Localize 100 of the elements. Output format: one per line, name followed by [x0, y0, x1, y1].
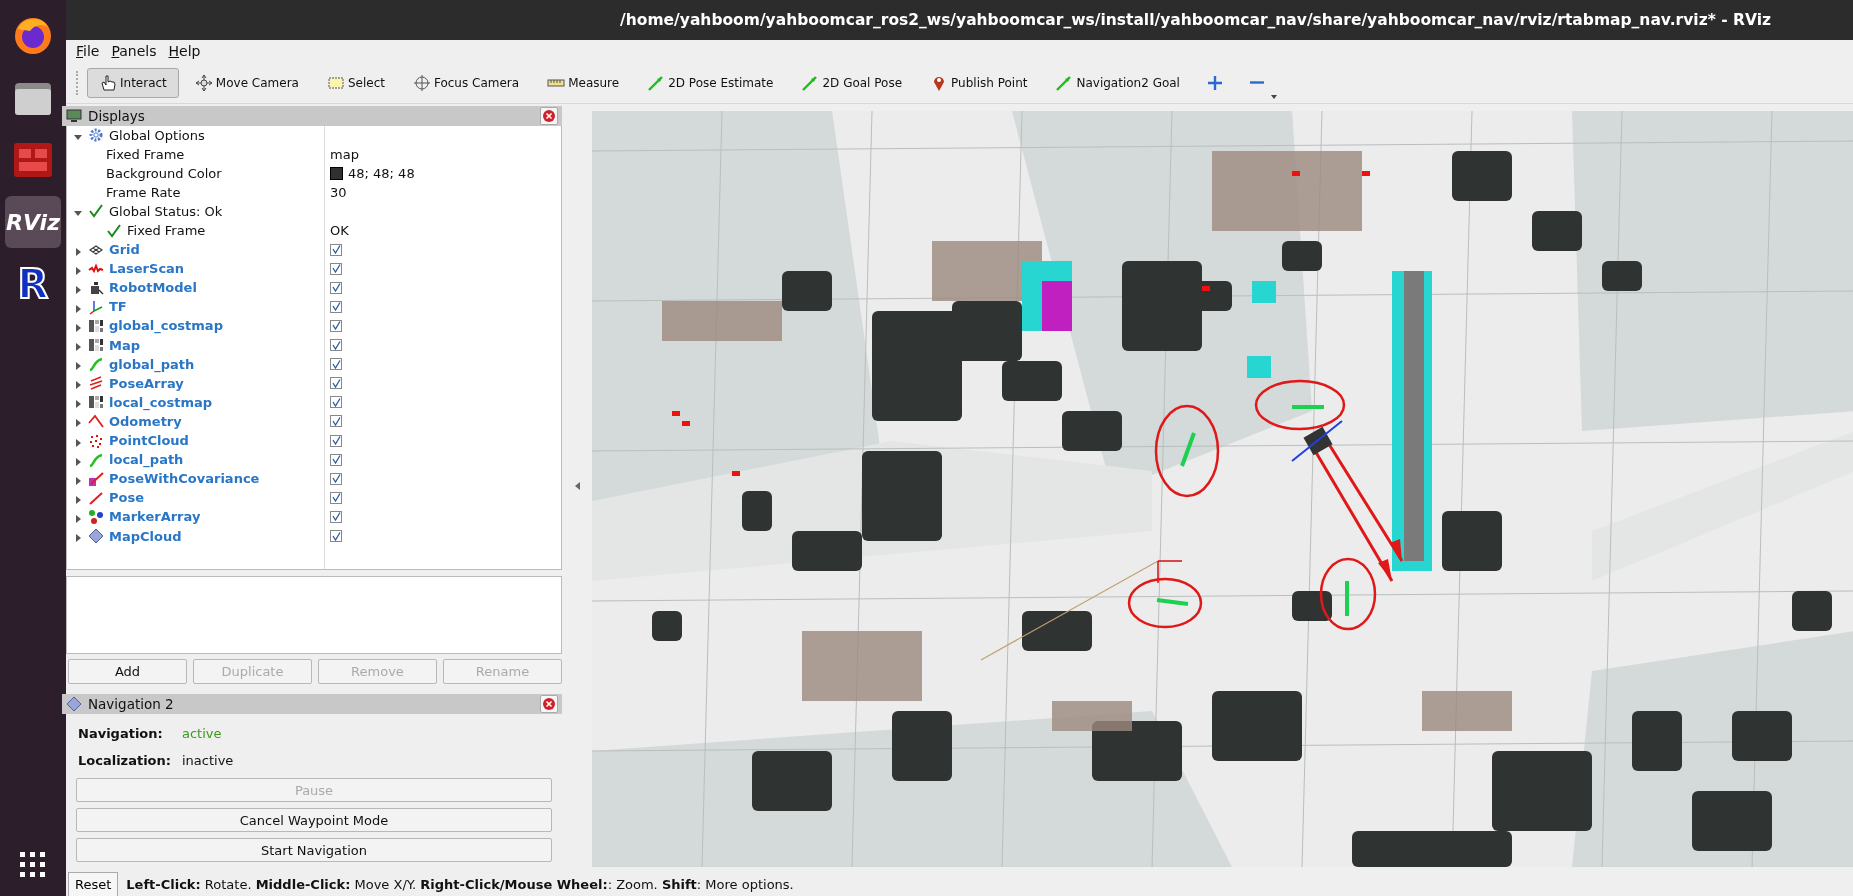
tool-button[interactable]: 2D Goal Pose [789, 67, 915, 98]
pose-covariance-icon [88, 470, 104, 487]
expand-arrow-icon[interactable] [73, 475, 83, 486]
expand-arrow-icon[interactable] [73, 418, 83, 429]
window-title: /home/yahboom/yahboomcar_ros2_ws/yahboomcar_ws/install/yahboomcar_nav/share/yahboomcar_nav/rviz/rtabmap_nav.rviz* - RViz [620, 11, 1771, 29]
collapse-arrow-icon[interactable] [574, 482, 580, 490]
tree-item-label[interactable]: Fixed Frame [127, 223, 206, 238]
tree-item-label[interactable]: Grid [109, 242, 140, 258]
panel-title: Navigation 2 [88, 696, 174, 712]
status-value: active [182, 726, 222, 741]
checkbox[interactable] [330, 415, 342, 428]
tree-item-label[interactable]: global_costmap [109, 318, 223, 334]
costmap-icon [88, 318, 104, 334]
tool-button[interactable]: 2D Pose Estimate [635, 67, 786, 98]
tree-item-label[interactable]: local_costmap [109, 394, 213, 410]
expand-arrow-icon[interactable] [73, 323, 83, 333]
checkbox[interactable] [330, 243, 342, 256]
tool-button[interactable]: Move Camera [182, 67, 311, 98]
tree-item-label[interactable]: PoseArray [109, 375, 184, 391]
focus-camera-icon [412, 73, 431, 92]
tree-item-label[interactable]: Fixed Frame [106, 146, 185, 162]
expand-arrow-icon[interactable] [73, 456, 83, 467]
pose-arrow-icon [801, 73, 820, 92]
tree-item-label[interactable]: Global Status: Ok [109, 203, 223, 219]
field-label: Navigation: [78, 726, 164, 741]
tree-item-label[interactable]: MarkerArray [109, 509, 201, 525]
robot-icon [88, 279, 104, 296]
tree-item-label[interactable]: Frame Rate [106, 184, 181, 200]
costmap-icon [88, 394, 104, 411]
expand-arrow-icon[interactable] [73, 399, 83, 410]
expand-arrow-icon[interactable] [73, 303, 83, 314]
tree-item-label[interactable]: PointCloud [109, 433, 189, 449]
checkbox[interactable] [330, 434, 342, 447]
expand-arrow-icon[interactable] [73, 513, 83, 524]
checkbox[interactable] [330, 339, 342, 352]
expand-arrow-icon[interactable] [73, 265, 83, 276]
tree-item-label[interactable]: local_path [109, 452, 184, 468]
checkbox[interactable] [330, 377, 342, 390]
property-value: 48; 48; 48 [348, 165, 415, 181]
tool-button[interactable]: Publish Point [918, 67, 1040, 98]
pose-arrow-icon [647, 73, 666, 92]
odometry-icon [88, 413, 104, 430]
tool-button[interactable]: Measure [535, 67, 632, 98]
tool-button[interactable]: Select [314, 67, 397, 98]
check-icon [88, 203, 104, 220]
tool-button[interactable]: Navigation2 Goal [1043, 67, 1192, 98]
tree-item-label[interactable]: Pose [109, 490, 144, 506]
checkbox[interactable] [330, 358, 342, 371]
panel-button[interactable]: Add [68, 659, 187, 684]
checkbox[interactable] [330, 491, 342, 504]
tree-item-label[interactable]: RobotModel [109, 280, 197, 296]
tree-item-label[interactable]: Global Options [109, 127, 205, 143]
checkbox[interactable] [330, 453, 342, 466]
tree-item-label[interactable]: Odometry [109, 413, 182, 429]
reset-button[interactable]: Reset [68, 872, 119, 896]
status-hint: Left-Click: Rotate. Middle-Click: Move X/Y. Right-Click/Mouse Wheel:: Zoom. Shift: More options. [126, 877, 794, 894]
check-icon [106, 222, 122, 239]
move-camera-icon [194, 73, 213, 92]
checkbox[interactable] [330, 300, 342, 313]
point-cloud-icon [88, 432, 104, 449]
tree-item-label[interactable]: TF [109, 299, 127, 315]
tool-button[interactable]: Focus Camera [400, 67, 532, 98]
navigation-button[interactable]: Start Navigation [76, 838, 552, 862]
expand-arrow-icon[interactable] [73, 380, 83, 391]
pose-array-icon [88, 375, 104, 392]
expand-arrow-icon[interactable] [73, 284, 83, 295]
tree-item-label[interactable]: global_path [109, 356, 195, 372]
tree-item-label[interactable]: MapCloud [109, 528, 182, 544]
close-button[interactable] [540, 107, 558, 125]
status-value: inactive [182, 753, 234, 768]
browser-icon [12, 15, 54, 57]
expand-arrow-icon[interactable] [73, 437, 83, 448]
diamond-icon [66, 696, 82, 712]
navigation-button[interactable]: Cancel Waypoint Mode [76, 808, 552, 832]
expand-arrow-icon[interactable] [73, 494, 83, 505]
tree-item-label[interactable]: PoseWithCovariance [109, 471, 260, 487]
checkbox[interactable] [330, 320, 342, 332]
menu-item[interactable]: File [72, 43, 104, 59]
expand-arrow-icon[interactable] [73, 246, 83, 257]
menu-item[interactable]: Panels [107, 43, 161, 59]
monitor-icon [66, 109, 82, 123]
checkbox[interactable] [330, 281, 342, 294]
expand-arrow-icon[interactable] [73, 533, 83, 543]
panel-title: Displays [88, 108, 145, 124]
field-label: Localization: [78, 753, 172, 768]
close-button[interactable] [540, 695, 558, 713]
expand-arrow-icon[interactable] [73, 361, 83, 372]
menu-item[interactable]: Help [164, 43, 205, 59]
checkbox[interactable] [330, 530, 342, 542]
hand-icon [99, 73, 117, 92]
tree-item-label[interactable]: Background Color [106, 165, 222, 181]
checkbox[interactable] [330, 510, 342, 523]
tree-item-label[interactable]: Map [109, 337, 140, 353]
tree-item-label[interactable]: LaserScan [109, 261, 185, 277]
checkbox[interactable] [330, 396, 342, 409]
expand-arrow-icon[interactable] [73, 342, 83, 353]
dock-app-icon[interactable]: RViz [5, 196, 61, 248]
tool-button[interactable]: Interact [87, 67, 179, 98]
checkbox[interactable] [330, 262, 342, 275]
checkbox[interactable] [330, 472, 342, 485]
